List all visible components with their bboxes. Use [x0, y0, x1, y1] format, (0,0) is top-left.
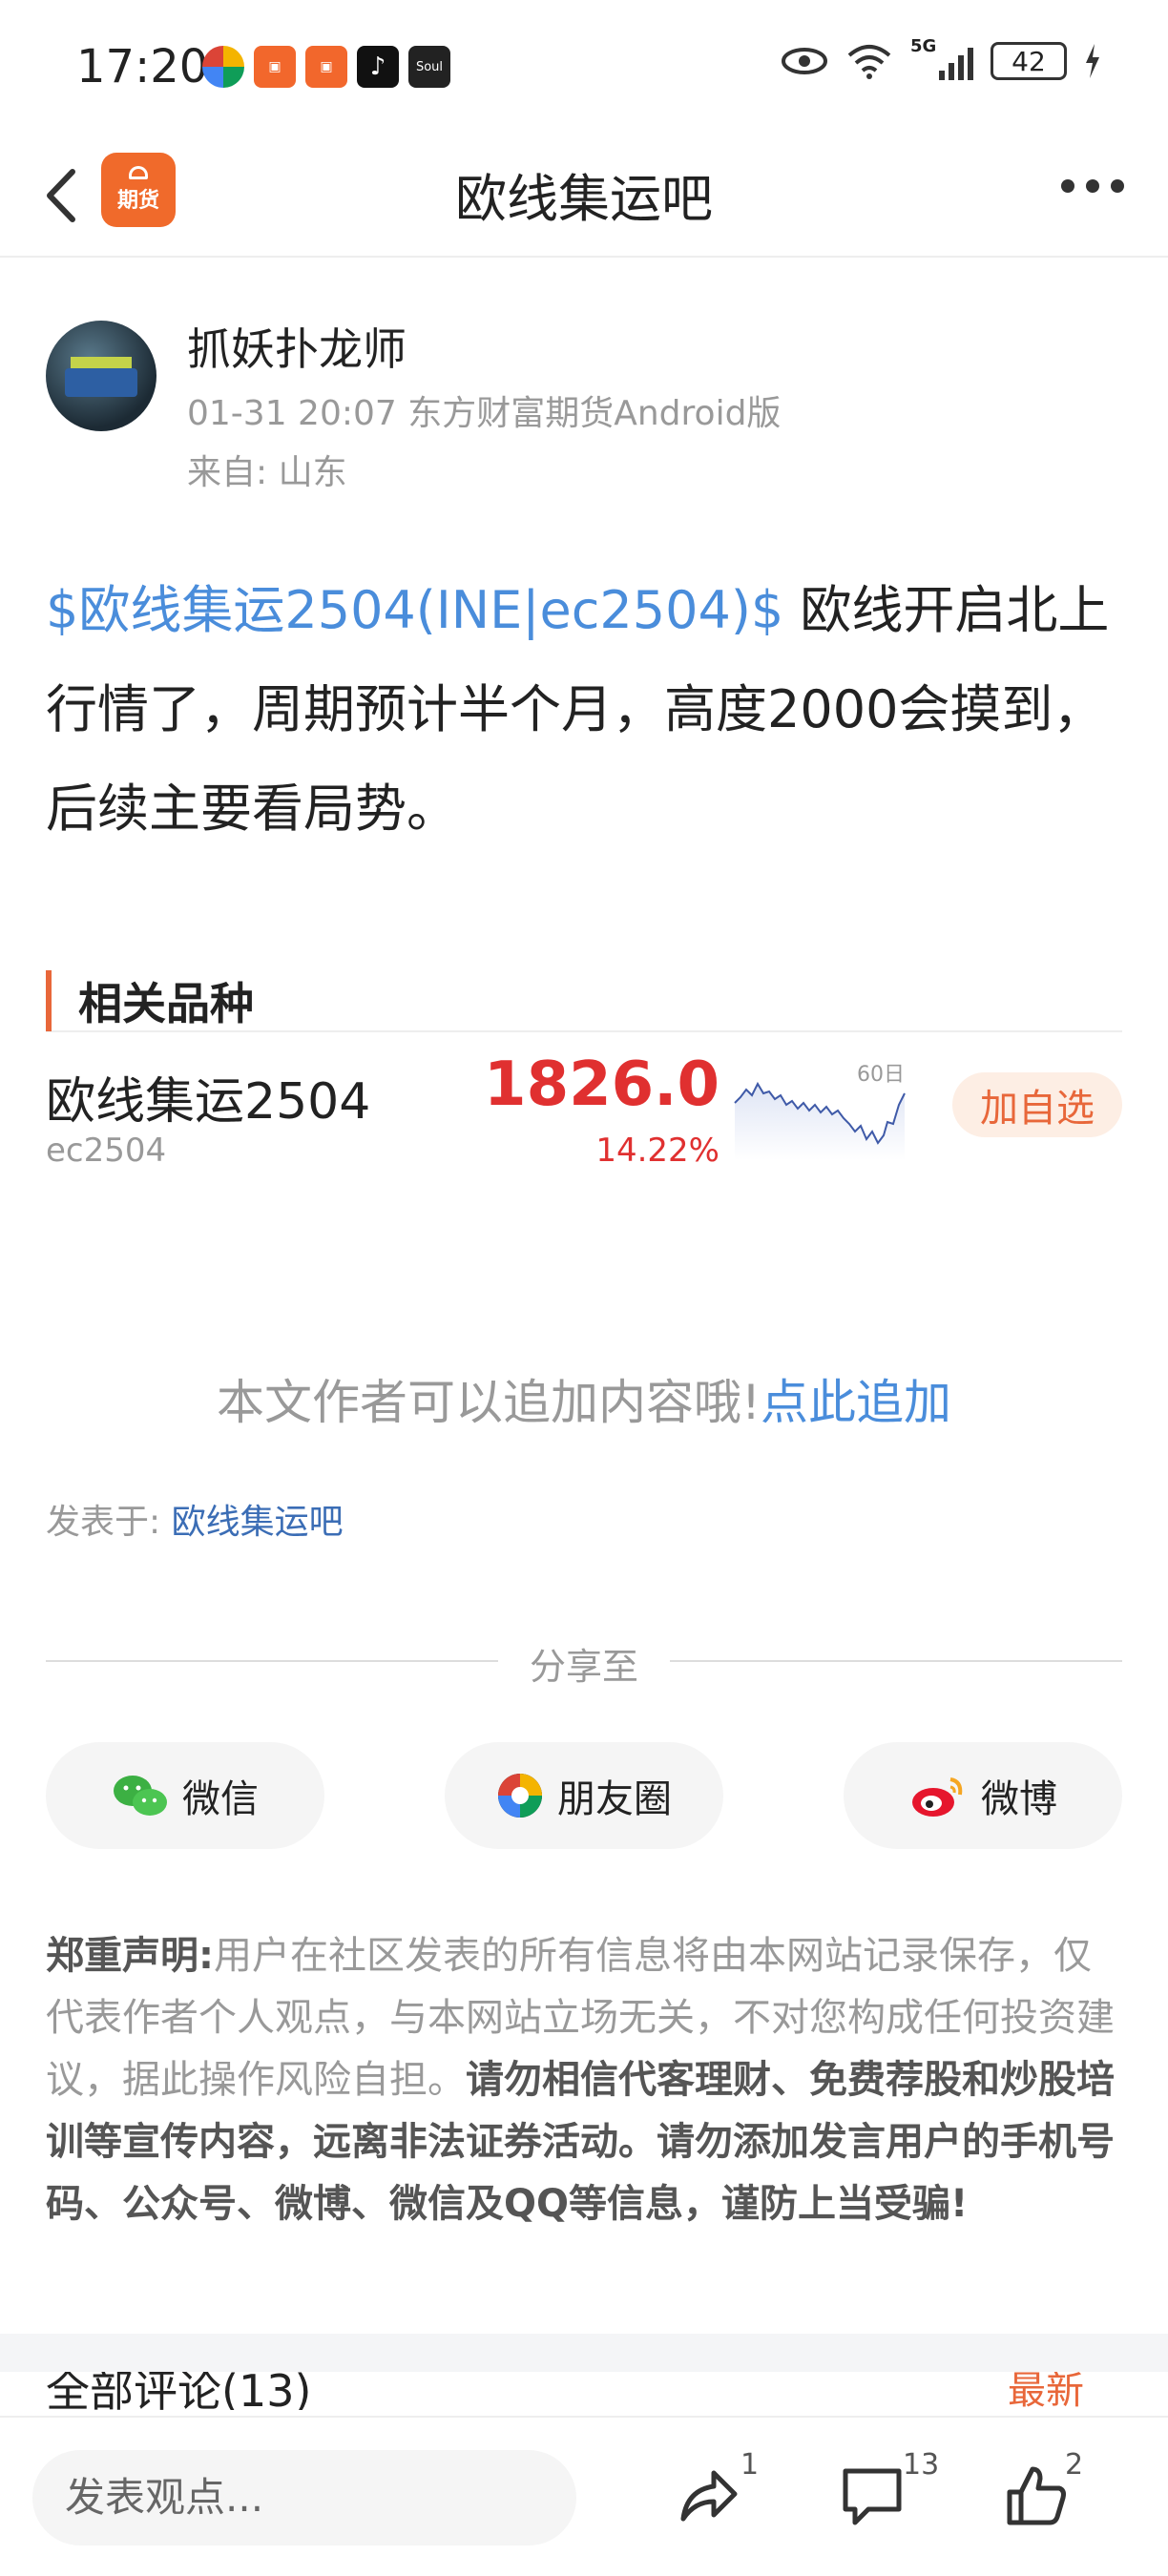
- kuaishou-icon: ▣: [305, 46, 347, 88]
- section-accent-bar: [46, 970, 52, 1031]
- logo-text: 期货: [116, 189, 159, 213]
- share-count: 1: [740, 2448, 760, 2482]
- related-section: 相关品种 欧线集运2504 ec2504 1826.0 14.22% 60日 加…: [46, 970, 1122, 1185]
- section-separator: [0, 2334, 1168, 2372]
- share-action[interactable]: 1: [676, 2448, 761, 2536]
- share-icon: [680, 2470, 738, 2522]
- add-watchlist-button[interactable]: 加自选: [952, 1072, 1122, 1137]
- forum-link[interactable]: 欧线集运吧: [172, 1503, 344, 1542]
- wechat-icon: [114, 1776, 167, 1816]
- comments-title: 全部评论(13): [46, 2372, 312, 2410]
- stock-tag-link[interactable]: $欧线集运2504(INE|ec2504)$: [46, 580, 783, 640]
- comments-sort-button[interactable]: 最新: [1008, 2372, 1084, 2410]
- avatar[interactable]: [46, 321, 156, 431]
- post-body: $欧线集运2504(INE|ec2504)$ 欧线开启北上行情了，周期预计半个月…: [46, 561, 1122, 859]
- status-time: 17:20: [76, 40, 209, 93]
- share-moments-label: 朋友圈: [557, 1777, 672, 1821]
- disclaimer: 郑重声明:用户在社区发表的所有信息将由本网站记录保存，仅代表作者个人观点，与本网…: [46, 1925, 1122, 2235]
- related-header: 相关品种: [46, 970, 1122, 1032]
- product-code: ec2504: [46, 1132, 167, 1170]
- post-location: 来自: 山东: [187, 453, 347, 492]
- chart-period-label: 60日: [857, 1063, 905, 1087]
- share-divider: 分享至: [46, 1631, 1122, 1689]
- divider-line: [670, 1660, 1122, 1662]
- post-meta: 01-31 20:07 东方财富期货Android版: [187, 394, 782, 433]
- comment-count: 13: [903, 2448, 940, 2482]
- status-bar: 17:20 ▣ ▣ ♪ Soul 5G 42: [0, 0, 1168, 134]
- back-icon[interactable]: [38, 164, 86, 227]
- battery-level: 42: [1012, 45, 1046, 77]
- disclaimer-heading: 郑重声明:: [46, 1934, 214, 1978]
- product-name: 欧线集运2504: [46, 1073, 371, 1131]
- comment-action[interactable]: 13: [840, 2448, 945, 2536]
- status-app-icons: ▣ ▣ ♪ Soul: [202, 46, 450, 88]
- related-product-row[interactable]: 欧线集运2504 ec2504 1826.0 14.22% 60日 加自选: [46, 1032, 1122, 1185]
- author-header: 抓妖扑龙师 01-31 20:07 东方财富期货Android版 来自: 山东: [46, 315, 1122, 506]
- posted-in-label: 发表于:: [46, 1503, 172, 1542]
- share-weibo-label: 微博: [981, 1777, 1057, 1821]
- share-buttons: 微信 朋友圈 微博: [46, 1742, 1122, 1849]
- author-name[interactable]: 抓妖扑龙师: [187, 315, 407, 378]
- tiktok-icon: ♪: [357, 46, 399, 88]
- share-label: 分享至: [529, 1646, 638, 1688]
- status-indicators: 5G 42: [781, 36, 1101, 80]
- posted-in: 发表于: 欧线集运吧: [46, 1494, 344, 1544]
- futures-logo[interactable]: 期货: [101, 153, 176, 227]
- bottom-action-bar: 发表观点... 1 13 2: [0, 2416, 1168, 2576]
- thumbs-up-icon: [1007, 2466, 1066, 2525]
- comment-icon: [843, 2468, 902, 2525]
- nav-bar: 欧线集运吧 期货: [0, 134, 1168, 258]
- share-moments-button[interactable]: 朋友圈: [445, 1742, 723, 1849]
- battery-icon: 42: [991, 42, 1067, 80]
- product-price: 1826.0: [484, 1049, 720, 1120]
- wifi-icon: [847, 45, 891, 79]
- moments-icon: [498, 1774, 542, 1818]
- soul-icon: Soul: [408, 46, 450, 88]
- logo-icon: [129, 166, 148, 179]
- append-link[interactable]: 点此追加: [761, 1375, 951, 1430]
- share-weibo-button[interactable]: 微博: [844, 1742, 1122, 1849]
- network-type: 5G: [910, 36, 937, 56]
- charging-icon: [1086, 44, 1099, 78]
- share-wechat-button[interactable]: 微信: [46, 1742, 324, 1849]
- append-text: 本文作者可以追加内容哦!: [216, 1375, 761, 1430]
- like-count: 2: [1065, 2448, 1084, 2482]
- related-title: 相关品种: [78, 978, 254, 1029]
- comments-header: 全部评论(13) 最新: [46, 2372, 1122, 2410]
- append-prompt: 本文作者可以追加内容哦!点此追加: [0, 1364, 1168, 1433]
- photos-icon: [202, 46, 244, 88]
- comment-input[interactable]: 发表观点...: [32, 2450, 576, 2545]
- weibo-icon: [912, 1777, 963, 1817]
- like-action[interactable]: 2: [1004, 2448, 1099, 2536]
- kuaishou-icon: ▣: [254, 46, 296, 88]
- signal-icon: 5G: [910, 36, 973, 80]
- product-change: 14.22%: [595, 1132, 720, 1170]
- eye-icon: [782, 48, 827, 74]
- share-wechat-label: 微信: [182, 1777, 259, 1821]
- more-icon[interactable]: [1061, 179, 1124, 193]
